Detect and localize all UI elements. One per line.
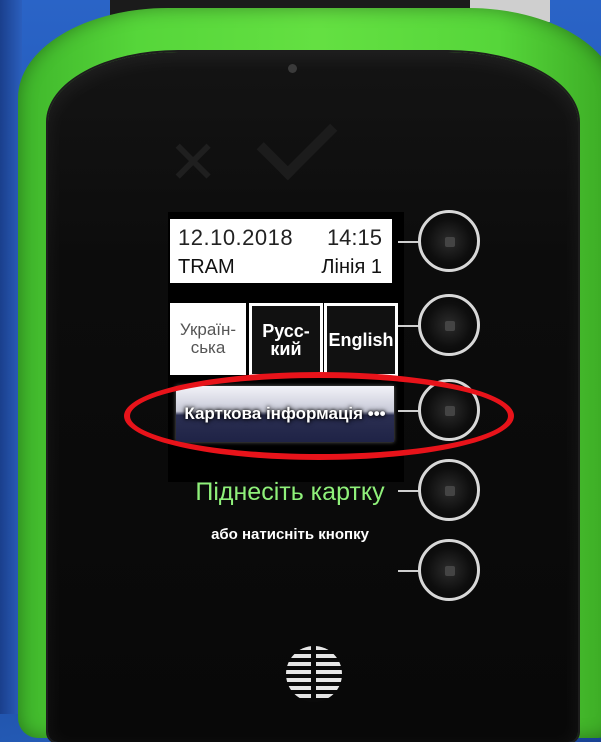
language-russian-line2: кий — [270, 339, 302, 359]
side-button-1[interactable] — [418, 210, 480, 272]
connector-line — [398, 241, 420, 243]
language-english-label: English — [328, 330, 394, 350]
highlight-annotation-ellipse — [124, 372, 514, 460]
date-text: 12.10.2018 — [178, 225, 294, 250]
language-english-button[interactable]: English — [324, 303, 398, 377]
language-russian-line1: Русс- — [262, 321, 310, 341]
language-russian-button[interactable]: Русс- кий — [249, 303, 323, 377]
cancel-x-icon: ✕ — [168, 128, 219, 198]
language-ukrainian-button[interactable]: Україн- ська — [170, 303, 246, 375]
transport-mode: TRAM — [178, 256, 235, 278]
trip-info-box: 12.10.2018 14:15 TRAM Лінія 1 — [170, 219, 392, 283]
time-text: 14:15 — [326, 225, 382, 250]
language-ukrainian-line2: ська — [190, 338, 226, 357]
side-button-4[interactable] — [418, 459, 480, 521]
connector-line — [398, 490, 420, 492]
route-line: Лінія 1 — [321, 256, 382, 278]
language-ukrainian-line1: Україн- — [179, 320, 237, 339]
camera-dot-icon — [288, 64, 297, 73]
connector-line — [398, 325, 420, 327]
or-press-button-text: або натисніть кнопку — [211, 526, 369, 543]
side-button-2[interactable] — [418, 294, 480, 356]
present-card-text: Піднесіть картку — [195, 478, 385, 506]
connector-line — [398, 570, 420, 572]
speaker-divider — [311, 646, 316, 702]
side-button-5[interactable] — [418, 539, 480, 601]
